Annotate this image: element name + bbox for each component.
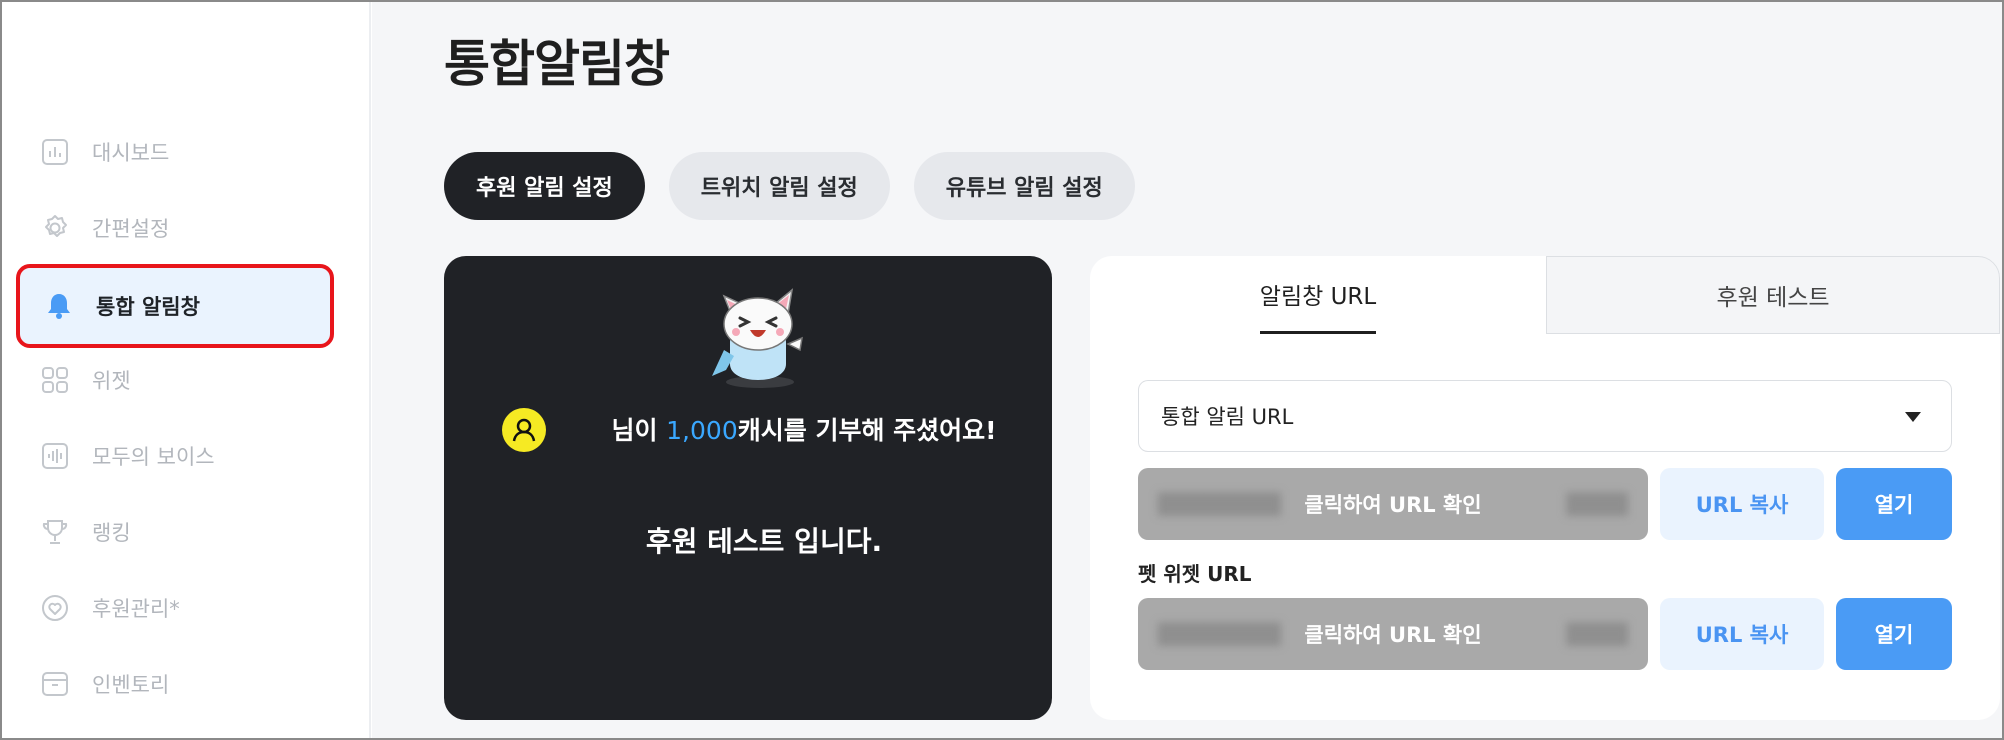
- alert-url-reveal-field[interactable]: ████████ ████ 클릭하여 URL 확인: [1138, 468, 1648, 540]
- sidebar-item-donation-management[interactable]: 후원관리*: [16, 568, 334, 648]
- alert-message: 님이 1,000캐시를 기부해 주셨어요!: [594, 412, 1014, 450]
- sidebar-item-voice[interactable]: 모두의 보이스: [16, 416, 334, 496]
- sidebar-item-ranking[interactable]: 랭킹: [16, 492, 334, 572]
- pet-widget-url-reveal-field[interactable]: ████████ ████ 클릭하여 URL 확인: [1138, 598, 1648, 670]
- sidebar: 대시보드 간편설정 통합 알림창 위젯 모두의 보이스 랭킹 후원관리* 인벤토…: [2, 2, 371, 738]
- tab-alert-url-label: 알림창 URL: [1259, 277, 1377, 334]
- settings-tabs: 후원 알림 설정 트위치 알림 설정 유튜브 알림 설정: [444, 152, 1159, 220]
- grid-icon: [40, 365, 70, 395]
- copy-pet-widget-url-button[interactable]: URL 복사: [1660, 598, 1824, 670]
- alert-test-message: 후원 테스트 입니다.: [645, 525, 883, 558]
- sidebar-item-inventory[interactable]: 인벤토리: [16, 644, 334, 724]
- sidebar-item-quick-settings[interactable]: 간편설정: [16, 188, 334, 268]
- sidebar-item-dashboard[interactable]: 대시보드: [16, 112, 334, 192]
- sidebar-item-integrated-alerts[interactable]: 통합 알림창: [16, 264, 334, 348]
- reveal-url-label: 클릭하여 URL 확인: [1304, 493, 1482, 517]
- sidebar-item-widgets[interactable]: 위젯: [16, 340, 334, 420]
- alert-message-prefix: 님이: [611, 416, 667, 445]
- sidebar-item-label: 모두의 보이스: [92, 445, 215, 469]
- tab-donation-alert-settings[interactable]: 후원 알림 설정: [444, 152, 645, 220]
- donor-avatar-icon: [502, 408, 546, 452]
- page-title: 통합알림창: [444, 35, 670, 93]
- cat-mascot-image: [712, 288, 803, 388]
- alert-amount: 1,000: [666, 416, 738, 445]
- url-panel: 알림창 URL 후원 테스트 통합 알림 URL ████████ ████ 클릭…: [1090, 256, 2000, 720]
- main-content: 통합알림창 후원 알림 설정 트위치 알림 설정 유튜브 알림 설정 님이 1,…: [372, 2, 2002, 738]
- chevron-down-icon: [1905, 412, 1921, 422]
- sidebar-item-label: 후원관리*: [92, 597, 180, 621]
- heart-icon: [40, 593, 70, 623]
- audio-wave-icon: [40, 441, 70, 471]
- bell-icon: [44, 291, 74, 321]
- open-pet-widget-url-button[interactable]: 열기: [1836, 598, 1952, 670]
- alert-url-type-select[interactable]: 통합 알림 URL: [1138, 380, 1952, 452]
- gear-icon: [40, 213, 70, 243]
- alert-message-suffix: 캐시를 기부해 주셨어요!: [737, 416, 997, 445]
- tab-alert-url[interactable]: 알림창 URL: [1090, 256, 1546, 334]
- chart-icon: [40, 137, 70, 167]
- pet-widget-url-label: 펫 위젯 URL: [1138, 562, 1252, 586]
- reveal-url-label: 클릭하여 URL 확인: [1304, 623, 1482, 647]
- alert-preview: 님이 1,000캐시를 기부해 주셨어요! 후원 테스트 입니다.: [444, 256, 1052, 720]
- box-icon: [40, 669, 70, 699]
- sidebar-item-label: 랭킹: [92, 521, 131, 545]
- sidebar-item-label: 위젯: [92, 369, 131, 393]
- copy-alert-url-button[interactable]: URL 복사: [1660, 468, 1824, 540]
- sidebar-item-label: 대시보드: [92, 141, 170, 165]
- trophy-icon: [40, 517, 70, 547]
- sidebar-item-label: 통합 알림창: [96, 295, 200, 319]
- open-alert-url-button[interactable]: 열기: [1836, 468, 1952, 540]
- tab-donation-test[interactable]: 후원 테스트: [1546, 256, 2000, 334]
- tab-twitch-alert-settings[interactable]: 트위치 알림 설정: [668, 152, 890, 220]
- select-value: 통합 알림 URL: [1161, 405, 1294, 429]
- tab-youtube-alert-settings[interactable]: 유튜브 알림 설정: [913, 152, 1135, 220]
- sidebar-item-label: 간편설정: [92, 217, 170, 241]
- sidebar-item-label: 인벤토리: [92, 673, 170, 697]
